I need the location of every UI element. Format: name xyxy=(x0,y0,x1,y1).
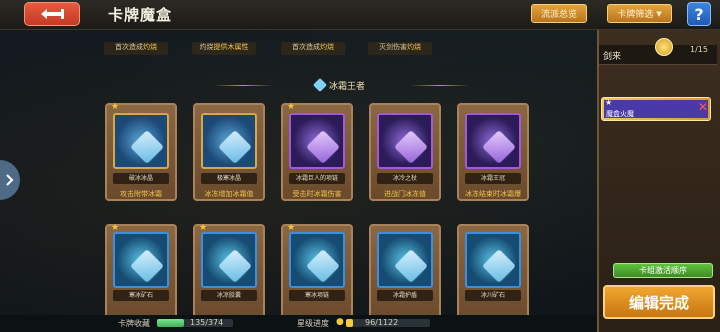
remove-card-icon[interactable]: ✕ xyxy=(698,100,708,114)
star-icon: ★ xyxy=(287,223,296,233)
card-art xyxy=(289,232,345,288)
card-item[interactable]: 冰冷之杖 进战门冰冻值 xyxy=(369,103,441,201)
card-desc: 冰冻增加冰霜值 xyxy=(204,190,254,198)
card-item[interactable]: 冰霜护盾 xyxy=(369,224,441,322)
partial-desc-highlight: 灼烧 xyxy=(407,43,421,51)
partial-desc-prefix: 首次造成 xyxy=(115,43,143,51)
card-name: 破冰冰晶 xyxy=(113,173,169,184)
deck-count: 1/15 xyxy=(690,45,708,54)
card-name: 冰冷之杖 xyxy=(377,173,433,184)
collection-label: 卡牌收藏 xyxy=(118,319,150,328)
card-art xyxy=(201,113,257,169)
card-item[interactable]: ★ 寒冰矿石 xyxy=(105,223,177,322)
partial-desc-prefix: 灭剑伤害 xyxy=(379,43,407,51)
necklace-icon xyxy=(306,130,340,164)
card-name: 寒冰项链 xyxy=(289,290,345,301)
collection-progress-fill xyxy=(157,319,185,327)
ice-crystal-icon xyxy=(130,130,164,164)
card-filter-button[interactable]: 卡牌筛选 ▼ xyxy=(607,4,672,23)
collection-value: 135/374 xyxy=(190,318,224,327)
staff-icon xyxy=(394,130,428,164)
card-item[interactable]: 冰川矿石 xyxy=(457,224,529,322)
partial-desc-highlight: 灼烧 xyxy=(143,43,157,51)
card-name: 寒冰矿石 xyxy=(113,290,169,301)
star-progress-fill xyxy=(346,319,354,327)
card-art xyxy=(465,232,521,288)
chevron-down-icon: ▼ xyxy=(656,9,662,18)
partial-desc-highlight: 提供木属性 xyxy=(213,43,249,51)
ice-crystal-icon xyxy=(218,130,252,164)
card-art xyxy=(377,232,433,288)
chevron-right-icon xyxy=(6,174,14,186)
card-art xyxy=(201,232,257,288)
activation-order-button[interactable]: 卡组激活顺序 xyxy=(613,263,713,278)
star-icon: ★ xyxy=(111,102,120,112)
star-icon: ● xyxy=(336,317,344,327)
ore-icon xyxy=(130,249,164,283)
card-art xyxy=(113,232,169,288)
ore-icon xyxy=(482,249,516,283)
partial-desc-prefix: 灼烧 xyxy=(199,43,214,51)
deck-card-slot[interactable]: ★ 魔盒火魔 ✕ xyxy=(601,97,711,121)
section-title: 冰霜王者 xyxy=(328,81,365,92)
necklace-icon xyxy=(306,249,340,283)
partial-desc-highlight: 灼烧 xyxy=(320,43,334,51)
capsule-icon xyxy=(218,249,252,283)
edit-done-button[interactable]: 编辑完成 xyxy=(603,285,715,319)
section-divider-left xyxy=(213,85,273,86)
card-desc: 进战门冰冻值 xyxy=(384,190,426,198)
crown-icon xyxy=(482,130,516,164)
card-name: 冰霜护盾 xyxy=(377,290,433,301)
card-name: 冰霜巨人的项链 xyxy=(289,173,345,184)
source-overview-button[interactable]: 流派总览 xyxy=(531,4,587,23)
page-title: 卡牌魔盒 xyxy=(108,6,173,24)
partial-card-desc-4: 灭剑伤害灼烧 xyxy=(368,42,432,55)
card-name: 极寒冰晶 xyxy=(201,173,257,184)
card-desc: 攻击附带冰霜 xyxy=(120,190,162,198)
partial-card-desc-2: 灼烧提供木属性 xyxy=(192,42,256,55)
card-art xyxy=(113,113,169,169)
star-icon: ★ xyxy=(605,98,613,107)
card-item[interactable]: ★ 寒冰项链 xyxy=(281,223,353,322)
card-name: 冰凉胶囊 xyxy=(201,290,257,301)
star-progress-label: 星级进度 xyxy=(297,319,329,328)
card-item[interactable]: 极寒冰晶 冰冻增加冰霜值 xyxy=(193,103,265,201)
star-icon: ★ xyxy=(111,223,120,233)
deck-card-label: 魔盒火魔 xyxy=(606,110,634,118)
ice-crystal-icon xyxy=(312,77,328,93)
card-item[interactable]: ★ 冰霜巨人的项链 受击时冰霜伤害 xyxy=(281,102,353,201)
card-art xyxy=(377,113,433,169)
section-divider-right xyxy=(410,85,470,86)
card-name: 冰川矿石 xyxy=(465,290,521,301)
partial-card-desc-3: 首次造成灼烧 xyxy=(281,42,345,55)
card-desc: 冰冻结束时冰霜爆 xyxy=(465,190,521,198)
coin-icon xyxy=(655,38,673,56)
partial-card-desc-1: 首次造成灼烧 xyxy=(104,42,168,55)
star-progress-value: 96/1122 xyxy=(365,318,399,327)
star-icon: ★ xyxy=(199,223,208,233)
help-button[interactable]: ? xyxy=(687,2,711,26)
star-icon: ★ xyxy=(287,102,296,112)
section-header: 冰霜王者 xyxy=(270,77,410,93)
card-item[interactable]: ★ 冰凉胶囊 xyxy=(193,223,265,322)
card-art xyxy=(465,113,521,169)
card-filter-label: 卡牌筛选 xyxy=(617,10,654,20)
partial-desc-prefix: 首次造成 xyxy=(292,43,320,51)
back-button[interactable] xyxy=(24,2,80,26)
card-item[interactable]: 冰霜王冠 冰冻结束时冰霜爆 xyxy=(457,103,529,201)
card-art xyxy=(289,113,345,169)
shield-icon xyxy=(394,249,428,283)
card-item[interactable]: ★ 破冰冰晶 攻击附带冰霜 xyxy=(105,102,177,201)
card-name: 冰霜王冠 xyxy=(465,173,521,184)
card-desc: 受击时冰霜伤害 xyxy=(292,190,342,198)
back-arrow-icon xyxy=(41,9,64,19)
